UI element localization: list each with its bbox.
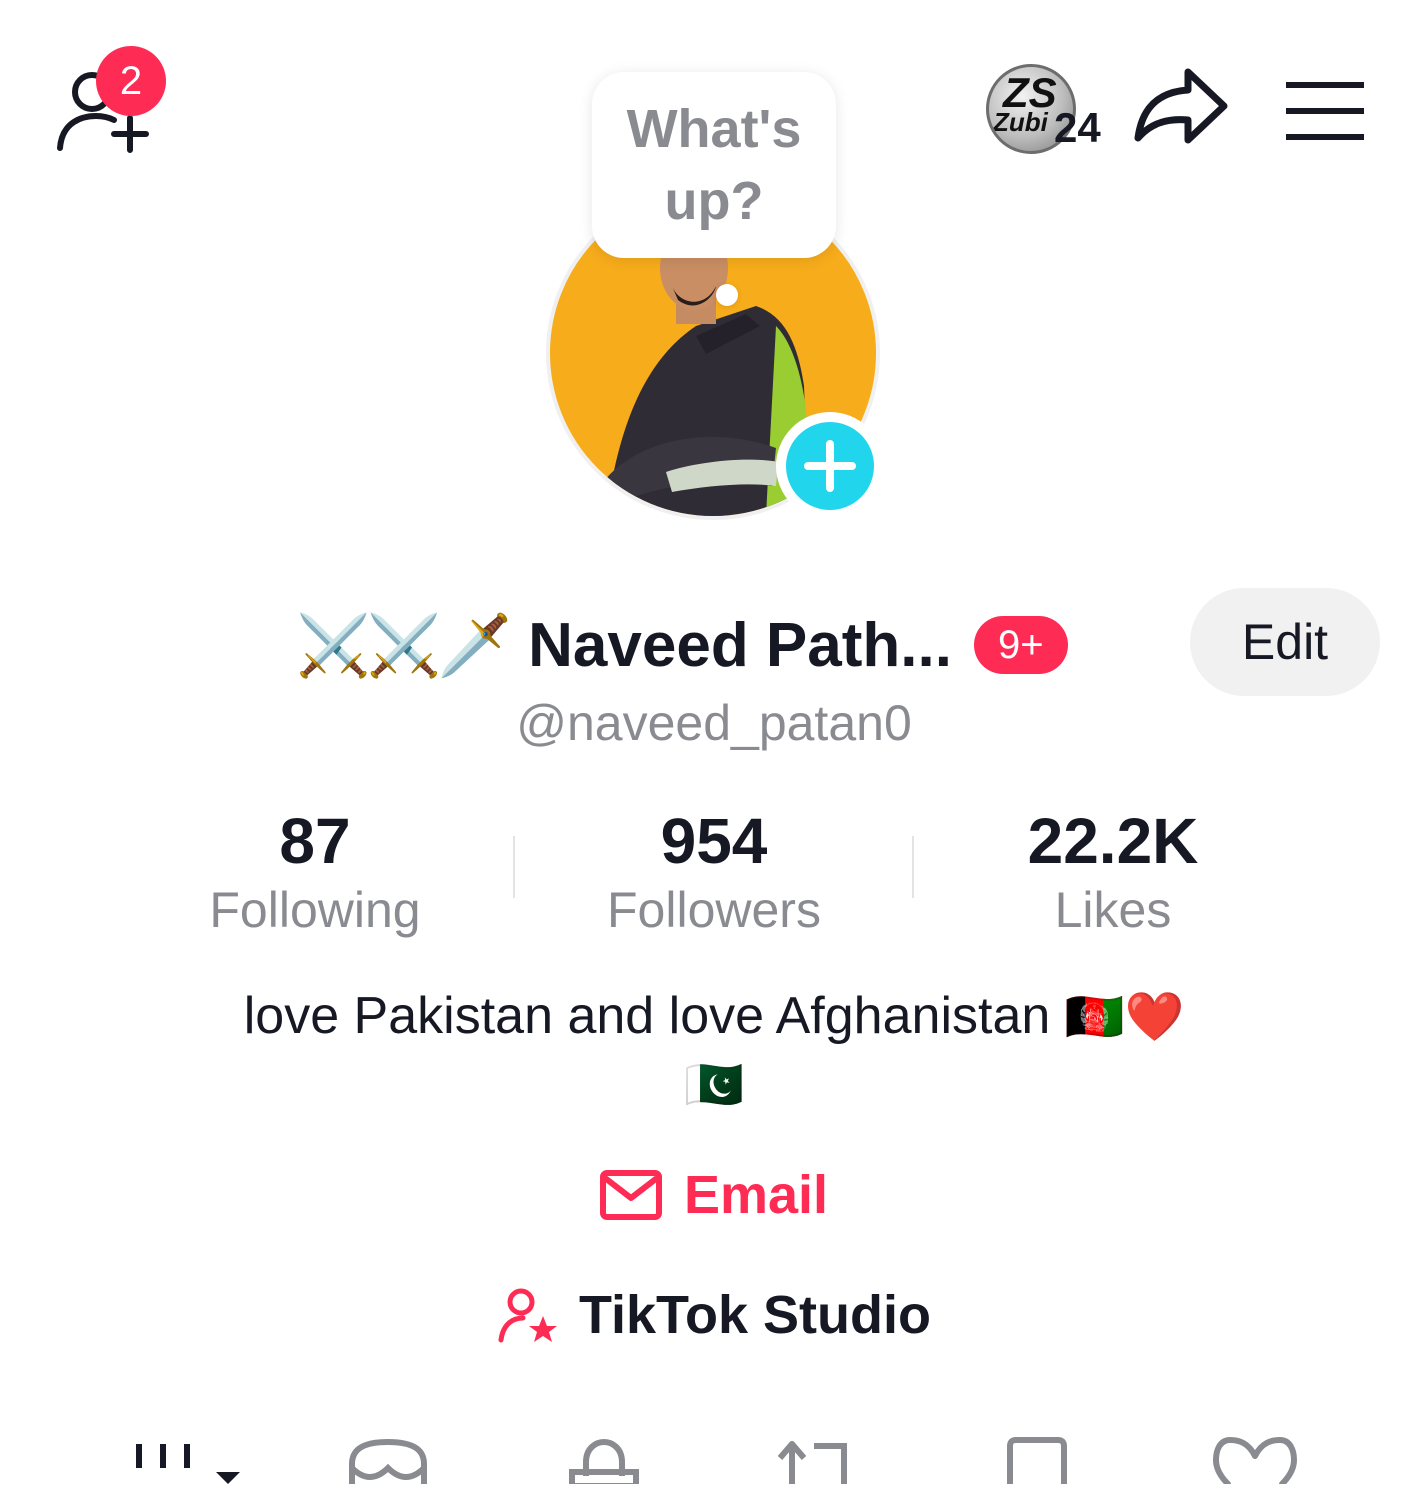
following-label: Following: [209, 882, 421, 938]
name-row: ⚔️⚔️🗡️ Naveed Path... 9+: [296, 600, 1068, 690]
share-arrow-icon: [1134, 68, 1228, 144]
bubble-tail-dot: [716, 284, 738, 306]
email-label: Email: [683, 1165, 829, 1225]
name-emoji-prefix: ⚔️⚔️🗡️: [296, 611, 512, 679]
status-bubble[interactable]: What's up?: [592, 72, 836, 258]
hamburger-menu-icon: [1286, 82, 1364, 140]
stat-divider: [513, 836, 515, 898]
tiktok-studio-link[interactable]: TikTok Studio: [0, 1284, 1428, 1346]
menu-button[interactable]: [1284, 78, 1366, 144]
lock-icon: [569, 1438, 639, 1489]
tab-private[interactable]: [566, 1436, 666, 1489]
stat-divider: [912, 836, 914, 898]
followers-label: Followers: [607, 882, 821, 938]
bio-line-2: 🇵🇰: [684, 1059, 744, 1112]
tab-liked[interactable]: [1210, 1436, 1310, 1487]
display-name: Naveed Path...: [528, 610, 952, 680]
stat-followers[interactable]: 954 Followers: [549, 806, 879, 944]
tab-reposts[interactable]: [774, 1436, 874, 1484]
bio: love Pakistan and love Afghanistan 🇦🇫❤️ …: [0, 982, 1428, 1120]
likes-count: 22.2K: [1027, 805, 1199, 877]
videos-grid-icon: [136, 1444, 240, 1484]
likes-label: Likes: [1054, 882, 1172, 938]
status-bubble-text: What's up?: [626, 99, 802, 231]
shop-icon: [349, 1438, 427, 1484]
tab-favorites[interactable]: [1002, 1436, 1102, 1484]
liked-heart-icon: [1212, 1436, 1298, 1487]
username: @naveed_patan0: [516, 695, 912, 751]
name-badge[interactable]: 9+: [973, 616, 1068, 674]
tab-videos[interactable]: [130, 1436, 240, 1484]
repost-icon: [777, 1441, 847, 1484]
plus-icon: [804, 440, 856, 492]
studio-label: TikTok Studio: [578, 1285, 931, 1345]
add-friends-button[interactable]: 2: [52, 46, 166, 160]
creator-star-icon: [498, 1288, 557, 1343]
stat-likes[interactable]: 22.2K Likes: [948, 806, 1278, 944]
friend-request-badge: 2: [96, 46, 166, 116]
bookmark-icon: [1007, 1437, 1067, 1484]
coin-badge-button[interactable]: ZS Zubi 24: [982, 64, 1112, 160]
share-profile-button[interactable]: [1132, 64, 1232, 156]
email-link[interactable]: Email: [0, 1164, 1428, 1226]
edit-profile-button[interactable]: Edit: [1190, 588, 1380, 696]
bio-line-1: love Pakistan and love Afghanistan 🇦🇫❤️: [0, 982, 1428, 1052]
coin-count: 24: [1054, 104, 1101, 151]
stat-following[interactable]: 87 Following: [150, 806, 480, 944]
bio-text: love Pakistan and love Afghanistan: [243, 987, 1051, 1045]
bio-emoji: 🇦🇫❤️: [1064, 991, 1185, 1044]
coin-line2: Zubi: [993, 107, 1048, 137]
envelope-icon: [599, 1170, 662, 1220]
add-story-button[interactable]: [776, 412, 884, 520]
tab-shop[interactable]: [344, 1436, 444, 1484]
following-count: 87: [279, 805, 351, 877]
followers-count: 954: [660, 805, 768, 877]
